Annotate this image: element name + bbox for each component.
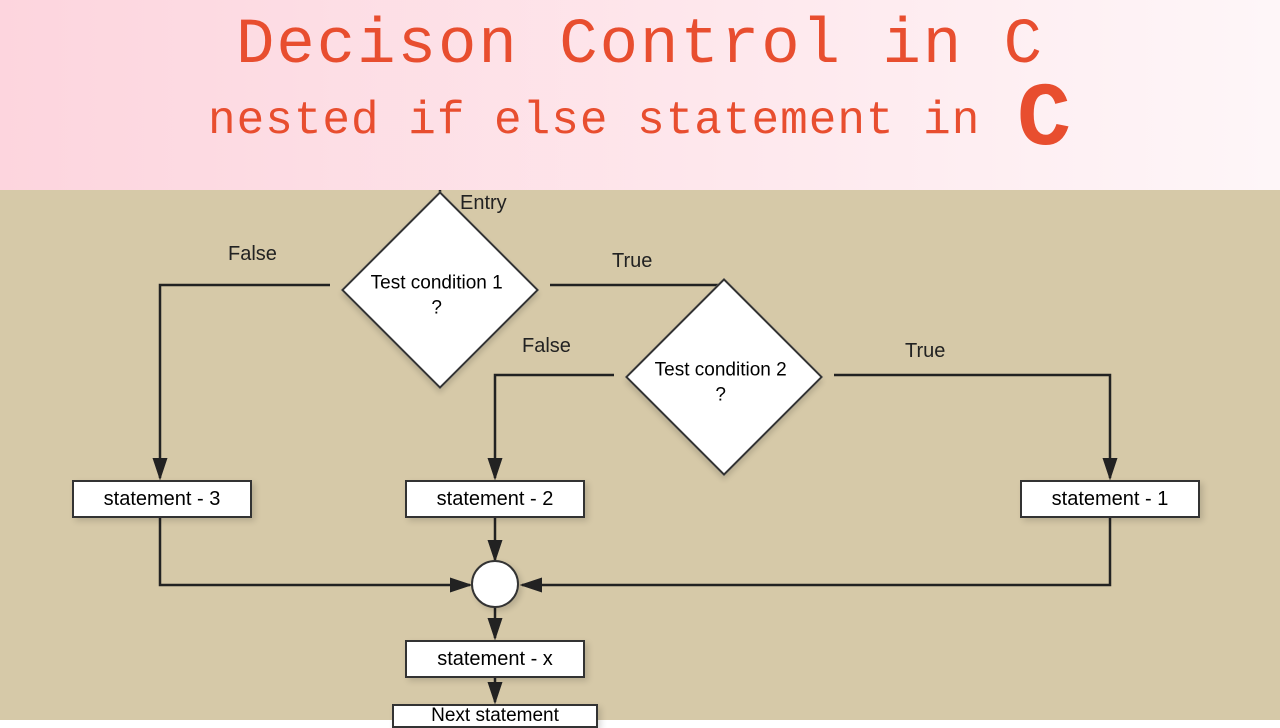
statement-2-box: statement - 2 — [405, 480, 585, 518]
cond2-false-label: False — [522, 335, 571, 358]
header: Decison Control in C nested if else stat… — [0, 0, 1280, 190]
page-subtitle: nested if else statement in C — [0, 94, 1280, 148]
cond1-true-label: True — [612, 250, 652, 273]
statement-x-box: statement - x — [405, 640, 585, 678]
condition-1-text: Test condition 1? — [337, 271, 537, 320]
subtitle-big-c: C — [1017, 94, 1072, 148]
condition-2-text: Test condition 2? — [621, 358, 821, 407]
connector-circle — [471, 560, 519, 608]
statement-1-box: statement - 1 — [1020, 480, 1200, 518]
next-statement-box: Next statement — [392, 704, 598, 728]
statement-3-box: statement - 3 — [72, 480, 252, 518]
page-title: Decison Control in C — [0, 10, 1280, 82]
subtitle-prefix: nested if else statement in — [208, 95, 1009, 147]
cond2-true-label: True — [905, 340, 945, 363]
cond1-false-label: False — [228, 243, 277, 266]
entry-label: Entry — [460, 192, 507, 215]
flowchart: Entry Test condition 1? False True Test … — [0, 190, 1280, 720]
